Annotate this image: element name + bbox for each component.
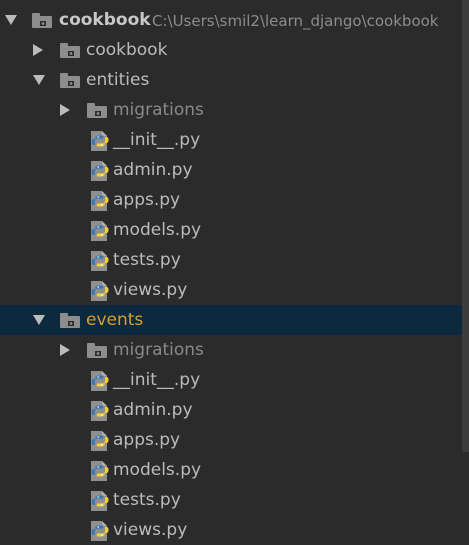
folder-icon — [60, 313, 80, 328]
python-file-icon — [91, 221, 109, 241]
tree-node-file[interactable]: admin.py — [0, 155, 462, 185]
python-file-icon — [91, 281, 109, 301]
tree-node-label: views.py — [113, 520, 188, 540]
python-file-icon — [91, 401, 109, 421]
chevron-down-icon[interactable] — [33, 315, 45, 325]
tree-node-label: migrations — [113, 340, 204, 360]
project-root-label: cookbook — [59, 10, 151, 30]
chevron-right-icon[interactable] — [60, 344, 70, 356]
tree-node-migrations[interactable]: migrations — [0, 335, 462, 365]
tree-node-file[interactable]: __init__.py — [0, 125, 462, 155]
tree-node-label: views.py — [113, 280, 188, 300]
python-file-icon — [91, 131, 109, 151]
tree-node-label: apps.py — [113, 430, 181, 450]
tree-node-label: __init__.py — [113, 130, 201, 150]
python-file-icon — [91, 371, 109, 391]
tree-node-file[interactable]: tests.py — [0, 245, 462, 275]
tree-node-entities[interactable]: entities — [0, 65, 462, 95]
tree-node-label: entities — [86, 70, 150, 90]
python-file-icon — [91, 251, 109, 271]
tree-node-label: apps.py — [113, 190, 181, 210]
folder-icon — [87, 343, 107, 358]
tree-node-label: admin.py — [113, 400, 193, 420]
tree-node-cookbook[interactable]: cookbook — [0, 35, 462, 65]
folder-icon — [87, 103, 107, 118]
python-file-icon — [91, 191, 109, 211]
python-file-icon — [91, 461, 109, 481]
tree-node-file[interactable]: views.py — [0, 275, 462, 305]
tree-node-label: admin.py — [113, 160, 193, 180]
vertical-scrollbar[interactable] — [462, 0, 469, 452]
python-file-icon — [91, 521, 109, 541]
tree-node-file[interactable]: __init__.py — [0, 365, 462, 395]
tree-node-project-root[interactable]: cookbook C:\Users\smil2\learn_django\coo… — [0, 5, 462, 35]
tree-node-file[interactable]: views.py — [0, 515, 462, 545]
tree-node-label: tests.py — [113, 490, 181, 510]
tree-node-label: migrations — [113, 100, 204, 120]
tree-node-events[interactable]: events — [0, 305, 462, 335]
tree-node-file[interactable]: apps.py — [0, 425, 462, 455]
chevron-right-icon[interactable] — [60, 104, 70, 116]
tree-node-file[interactable]: admin.py — [0, 395, 462, 425]
tree-node-label: tests.py — [113, 250, 181, 270]
project-tree: cookbook C:\Users\smil2\learn_django\coo… — [0, 0, 469, 545]
tree-node-label: events — [86, 310, 144, 330]
folder-icon — [60, 43, 80, 58]
tree-node-file[interactable]: models.py — [0, 215, 462, 245]
python-file-icon — [91, 491, 109, 511]
tree-node-file[interactable]: models.py — [0, 455, 462, 485]
chevron-right-icon[interactable] — [33, 44, 43, 56]
chevron-down-icon[interactable] — [33, 75, 45, 85]
tree-node-label: models.py — [113, 220, 202, 240]
folder-icon — [60, 73, 80, 88]
tree-node-file[interactable]: apps.py — [0, 185, 462, 215]
project-path: C:\Users\smil2\learn_django\cookbook — [152, 12, 439, 30]
folder-icon — [32, 13, 52, 28]
tree-node-migrations[interactable]: migrations — [0, 95, 462, 125]
tree-node-label: cookbook — [86, 40, 168, 60]
tree-node-file[interactable]: tests.py — [0, 485, 462, 515]
python-file-icon — [91, 161, 109, 181]
python-file-icon — [91, 431, 109, 451]
chevron-down-icon[interactable] — [5, 15, 17, 25]
tree-node-label: models.py — [113, 460, 202, 480]
tree-node-label: __init__.py — [113, 370, 201, 390]
